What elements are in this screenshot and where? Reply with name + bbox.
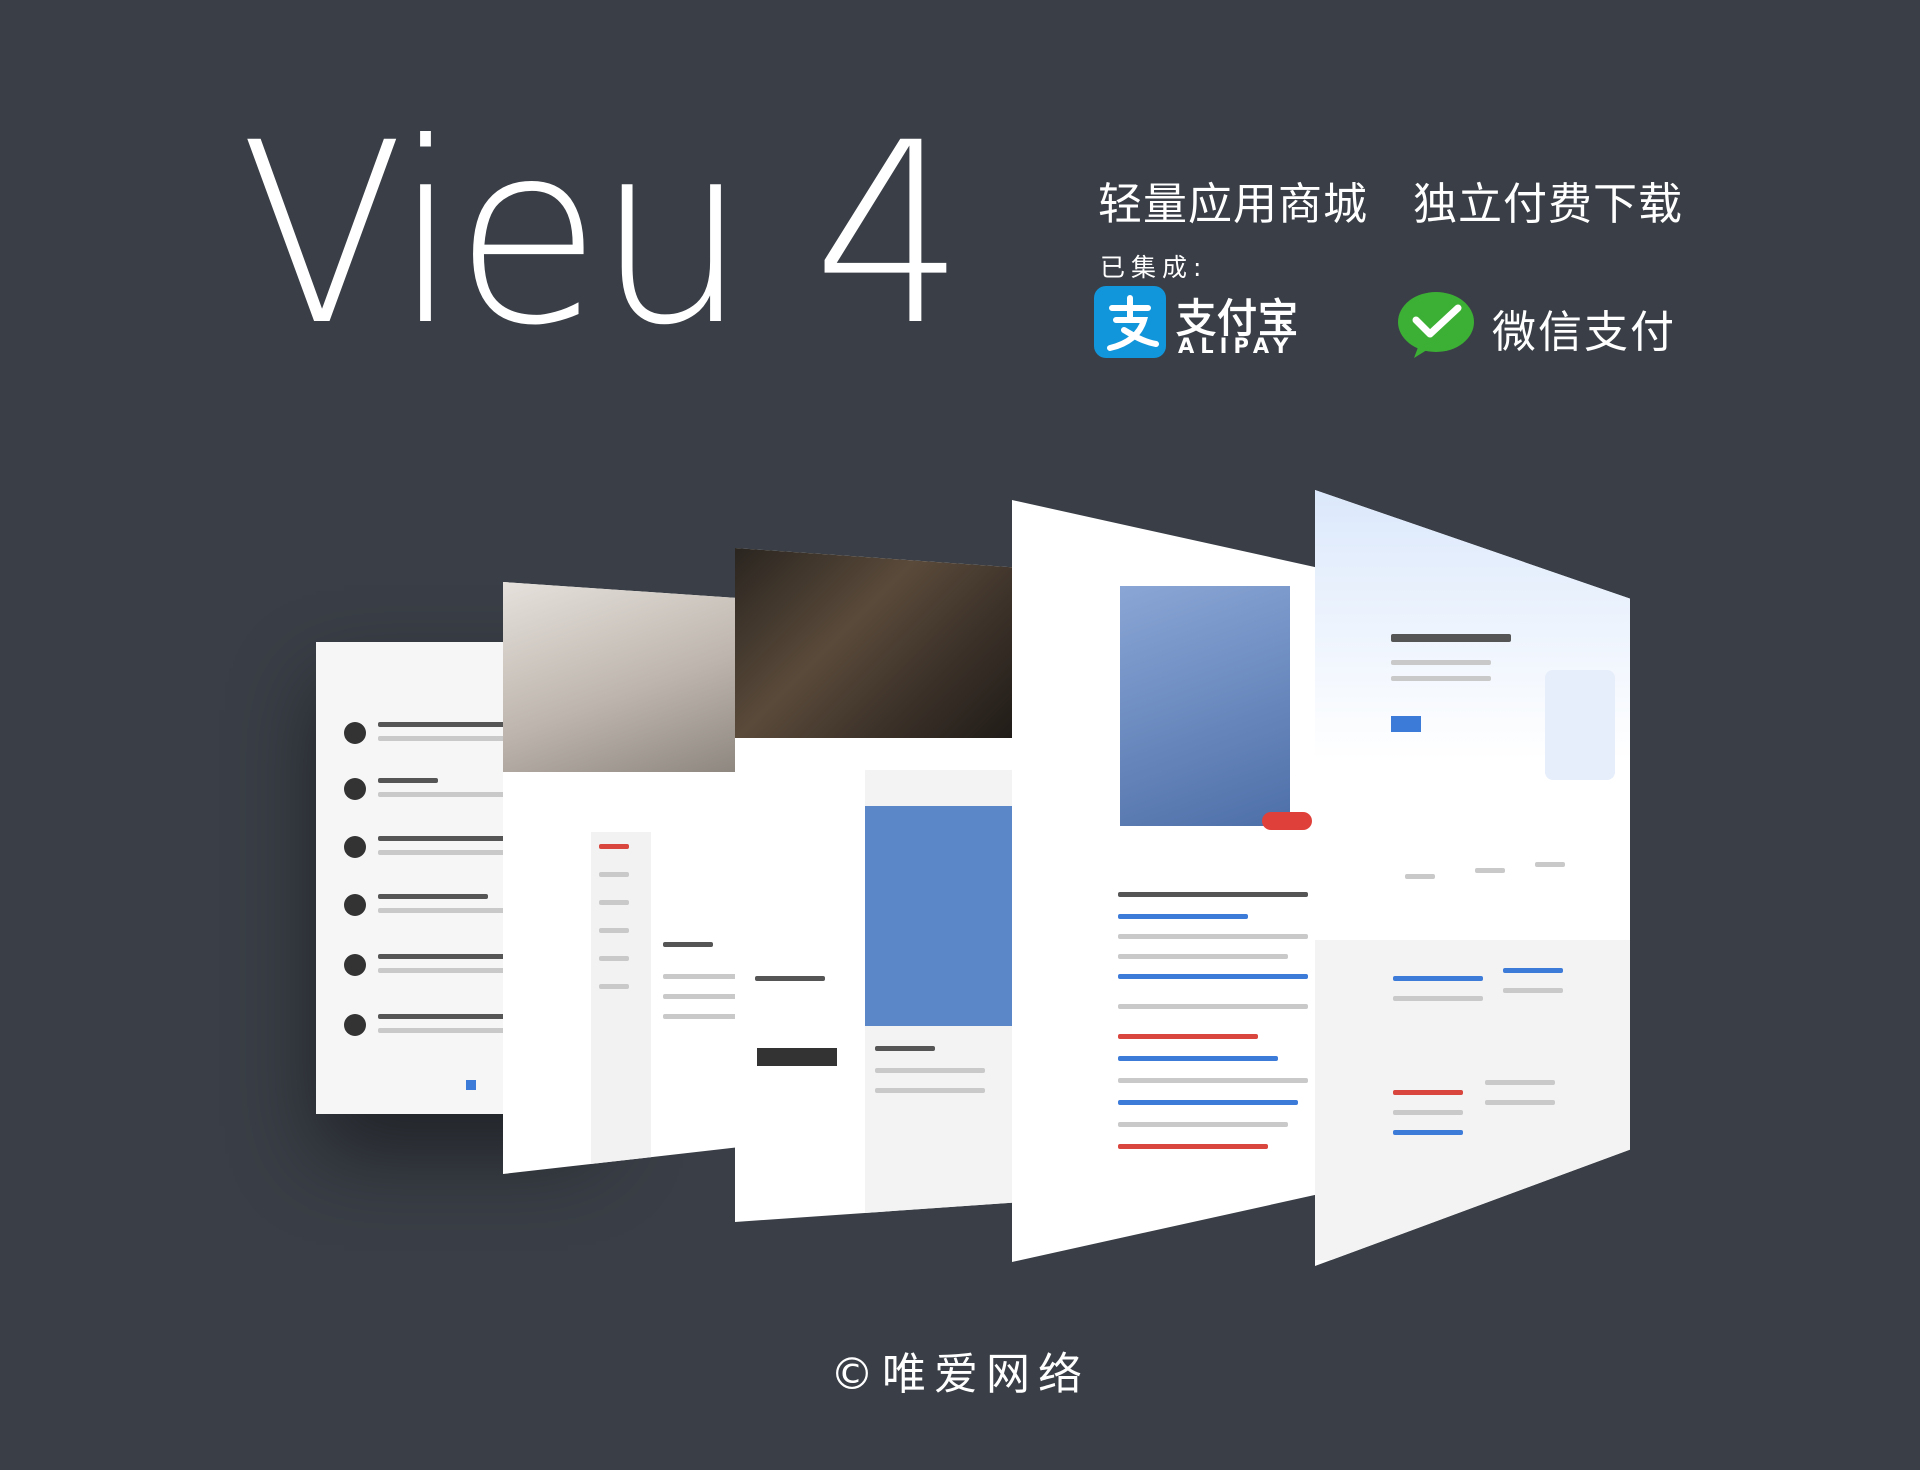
mockup-stack <box>0 0 1920 1470</box>
mockup-settings-page <box>503 582 763 1174</box>
mockup-plugin-page <box>735 548 1025 1222</box>
mockup-landing-page <box>1315 490 1630 1266</box>
copyright: ©唯爱网络 <box>830 1349 1090 1400</box>
mockup-product-page <box>1012 500 1322 1262</box>
